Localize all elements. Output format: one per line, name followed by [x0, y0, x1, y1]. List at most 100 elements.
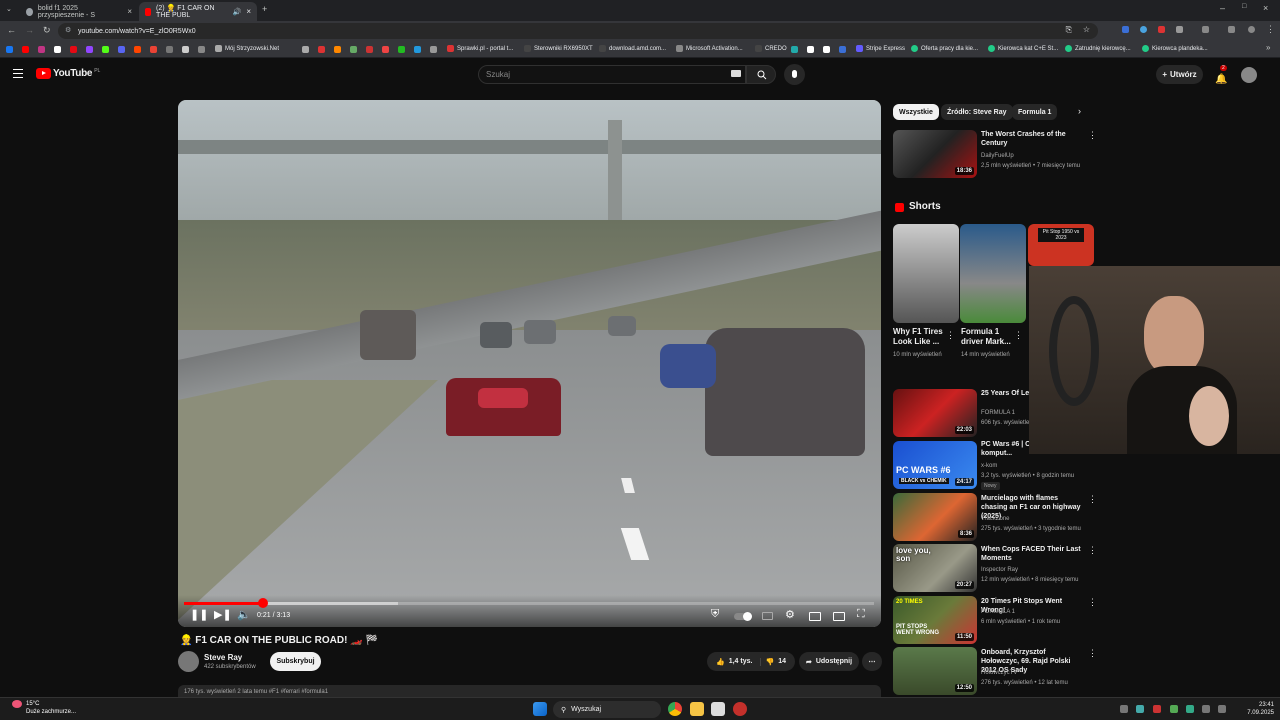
close-icon[interactable]: ×	[127, 7, 132, 16]
profile-icon[interactable]	[1228, 26, 1235, 33]
chevron-right-icon[interactable]: ›	[1078, 106, 1081, 116]
tray-icon[interactable]	[1153, 705, 1161, 713]
system-clock[interactable]: 23:41 7.09.2025	[1238, 701, 1274, 717]
bookmark-item[interactable]: download.amd.com...	[599, 45, 666, 52]
video-thumbnail[interactable]: 20 TIMES PIT STOPS WENT WRONG 11:50	[893, 596, 977, 644]
subtitles-icon[interactable]	[762, 612, 773, 620]
video-thumbnail[interactable]: PC WARS #6 BLACK vs CHEMIK 24:17	[893, 441, 977, 489]
twitch-icon[interactable]	[86, 46, 93, 53]
channel-name[interactable]: x-kom	[981, 462, 997, 470]
channel-name[interactable]: TrackZone	[981, 515, 1009, 523]
channel-name[interactable]: Inspector Ray	[981, 566, 1018, 574]
hamburger-menu-icon[interactable]	[13, 69, 23, 78]
tray-icon[interactable]	[1186, 705, 1194, 713]
channel-name[interactable]: Steve Ray	[204, 653, 242, 662]
window-close-icon[interactable]: ×	[1263, 3, 1268, 13]
extension-icon[interactable]	[1140, 26, 1147, 33]
taskbar-search[interactable]: ⚲ Wyszukaj	[553, 701, 661, 718]
bookmark-icon[interactable]	[334, 46, 341, 53]
extensions-puzzle-icon[interactable]	[1176, 26, 1183, 33]
video-title[interactable]: The Worst Crashes of the Century	[981, 130, 1083, 148]
menu-dots-icon[interactable]: ⋮	[1266, 24, 1275, 35]
video-thumbnail[interactable]: 12:50	[893, 647, 977, 695]
bookmark-icon[interactable]	[414, 46, 421, 53]
tab-1[interactable]: bolid f1 2025 przyspieszenie - S ×	[20, 2, 138, 21]
tray-chevron-icon[interactable]	[1120, 705, 1128, 713]
bookmark-item[interactable]: Oferta pracy dla kie...	[911, 45, 978, 52]
bookmark-icon[interactable]	[807, 46, 814, 53]
back-icon[interactable]: ←	[7, 25, 16, 35]
more-vertical-icon[interactable]: ⋮	[1014, 330, 1023, 341]
more-vertical-icon[interactable]: ⋮	[1088, 545, 1097, 556]
like-button[interactable]: 👍 1,4 tys.	[716, 657, 762, 666]
search-input[interactable]: Szukaj	[478, 65, 746, 84]
bookmark-item[interactable]: Mój Strzyzowski.Net	[215, 45, 279, 52]
network-icon[interactable]	[1202, 705, 1210, 713]
theater-mode-icon[interactable]	[809, 612, 821, 621]
channel-name[interactable]: FORMULA 1	[981, 608, 1015, 616]
tab-search-icon[interactable]: ⌄	[6, 5, 12, 13]
search-button[interactable]	[746, 65, 776, 84]
shield-icon[interactable]: ⛨	[711, 608, 719, 621]
more-vertical-icon[interactable]: ⋮	[1088, 597, 1097, 608]
bookmarks-more-icon[interactable]: »	[1266, 43, 1270, 52]
extension-icon[interactable]	[1158, 26, 1165, 33]
kick-icon[interactable]	[102, 46, 109, 53]
bookmark-item[interactable]: Kierowca plandeka...	[1142, 45, 1208, 52]
cast-icon[interactable]	[833, 612, 845, 621]
bookmark-icon[interactable]	[166, 46, 173, 53]
channel-name[interactable]: DailyFuelUp	[981, 152, 1014, 160]
bookmark-icon[interactable]	[350, 46, 357, 53]
voice-search-button[interactable]	[784, 64, 805, 85]
chip-source[interactable]: Źródło: Steve Ray	[941, 104, 1013, 120]
more-vertical-icon[interactable]: ⋮	[1088, 648, 1097, 659]
instagram-icon[interactable]	[38, 46, 45, 53]
windows-start-icon[interactable]	[533, 702, 547, 716]
subscribe-button[interactable]: Subskrybuj	[270, 652, 321, 671]
short-thumbnail[interactable]	[960, 224, 1026, 323]
channel-avatar[interactable]	[178, 651, 199, 672]
bookmark-icon[interactable]	[823, 46, 830, 53]
tab-2[interactable]: (2) 👷 F1 CAR ON THE PUBL 🔊 ×	[139, 2, 257, 21]
notifications-button[interactable]: 🔔 2	[1215, 65, 1227, 87]
bookmark-star-icon[interactable]: ☆	[1083, 25, 1090, 34]
channel-name[interactable]: FORMULA 1	[981, 409, 1015, 417]
more-actions-button[interactable]: ⋯	[862, 652, 882, 671]
tab-group-icon[interactable]	[1202, 26, 1209, 33]
close-icon[interactable]: ×	[246, 7, 251, 16]
audio-icon[interactable]: 🔊	[233, 8, 242, 16]
video-title[interactable]: When Cops FACED Their Last Moments	[981, 545, 1083, 563]
bookmark-icon[interactable]	[839, 46, 846, 53]
maximize-icon[interactable]: □	[1242, 3, 1246, 10]
bookmark-item[interactable]: Microsoft Activation...	[676, 45, 743, 52]
reload-icon[interactable]: ↻	[43, 25, 51, 36]
new-tab-icon[interactable]: +	[262, 4, 267, 14]
bookmark-icon[interactable]	[398, 46, 405, 53]
short-title[interactable]: Formula 1 driver Mark...	[961, 327, 1021, 347]
bookmark-icon[interactable]	[198, 46, 205, 53]
file-explorer-icon[interactable]	[690, 702, 704, 716]
discord-icon[interactable]	[118, 46, 125, 53]
video-thumbnail[interactable]: 8:36	[893, 493, 977, 541]
dislike-button[interactable]: 👎 14	[765, 658, 786, 666]
store-icon[interactable]	[711, 702, 725, 716]
forward-icon[interactable]: →	[25, 25, 34, 35]
channel-name[interactable]: HolowczycTV	[981, 669, 1017, 677]
bookmark-item[interactable]: Kierowca kat C+E St...	[988, 45, 1058, 52]
bookmark-icon[interactable]	[182, 46, 189, 53]
share-button[interactable]: ➦ Udostępnij	[799, 652, 859, 671]
avatar[interactable]	[1241, 67, 1257, 83]
fullscreen-icon[interactable]: ⛶	[857, 608, 865, 621]
video-player[interactable]: ❚❚ ▶❚ 🔈 0:21 / 3:13 ⛨ ⚙ ⛶	[178, 100, 881, 627]
short-thumbnail[interactable]: Pit Stop 1950 vs 2023	[1028, 224, 1094, 266]
volume-icon[interactable]	[1218, 705, 1226, 713]
address-bar[interactable]: ⚙ youtube.com/watch?v=E_zlO0R5Wx0 ⎘ ☆	[58, 23, 1098, 39]
create-button[interactable]: + Utwórz	[1156, 65, 1203, 84]
pause-icon[interactable]: ❚❚	[190, 608, 208, 621]
chip-all[interactable]: Wszystkie	[893, 104, 939, 120]
short-thumbnail[interactable]	[893, 224, 959, 323]
youtube-logo[interactable]: YouTube PL	[36, 68, 100, 79]
bookmark-icon[interactable]	[302, 46, 309, 53]
account-icon[interactable]	[1248, 26, 1255, 33]
bookmark-icon[interactable]	[134, 46, 141, 53]
